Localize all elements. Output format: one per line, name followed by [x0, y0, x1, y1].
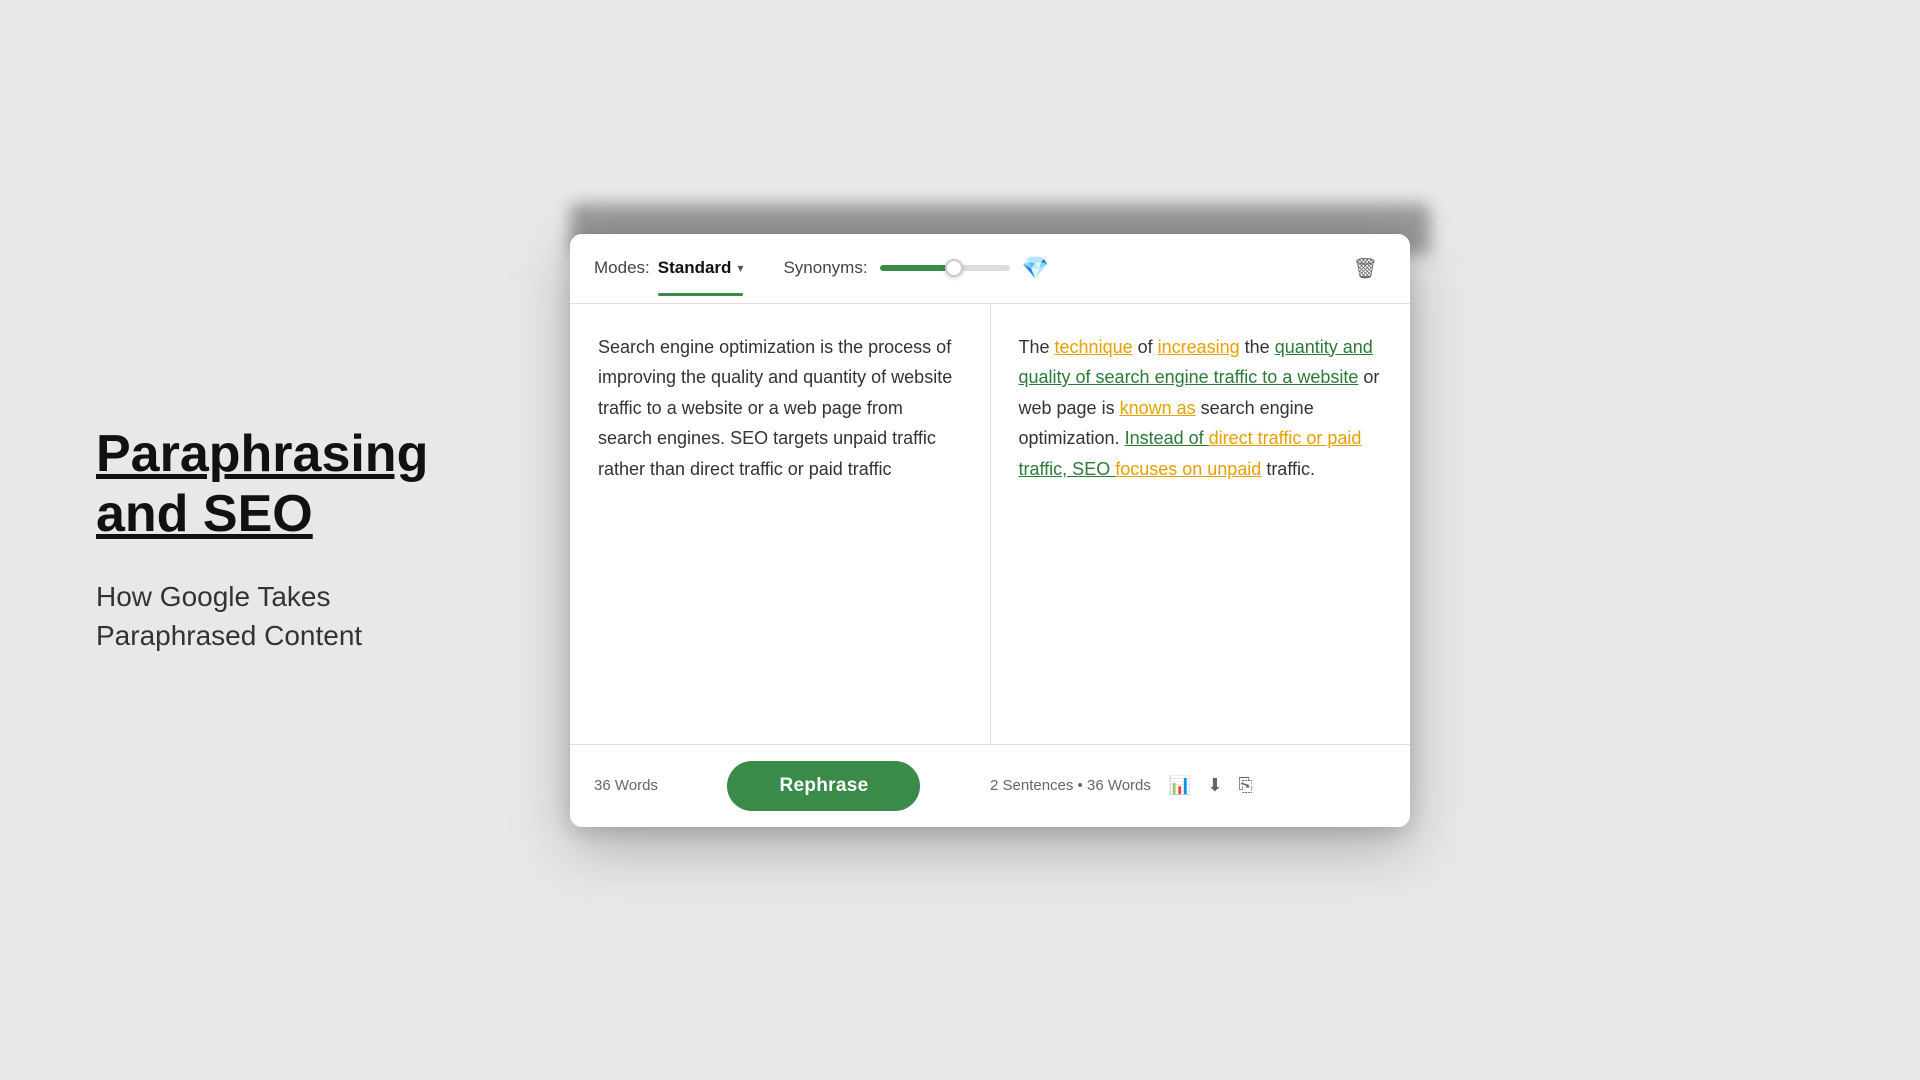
chart-icon-button[interactable]: 📊: [1167, 773, 1193, 798]
mode-value: Standard: [658, 258, 732, 278]
highlight-technique: technique: [1055, 337, 1133, 357]
output-stats: 2 Sentences • 36 Words 📊 ⬇ ⎘: [990, 773, 1255, 798]
output-pane: The technique of increasing the quantity…: [991, 304, 1411, 744]
synonyms-section: Synonyms: 💎: [783, 255, 1049, 281]
input-pane[interactable]: Search engine optimization is the proces…: [570, 304, 991, 744]
output-text: The technique of increasing the quantity…: [1019, 332, 1383, 485]
chevron-down-icon: ▾: [737, 261, 743, 275]
content-area: Search engine optimization is the proces…: [570, 304, 1410, 744]
highlight-focuses: focuses on unpaid: [1115, 459, 1261, 479]
diamond-icon: 💎: [1022, 255, 1049, 281]
paraphraser-card: Modes: Standard ▾ Synonyms: 💎 🗑 Search e…: [570, 234, 1410, 827]
highlight-known-as: known as: [1120, 398, 1196, 418]
bottom-bar: 36 Words Rephrase 2 Sentences • 36 Words…: [570, 744, 1410, 827]
page-title: Paraphrasingand SEO: [96, 425, 530, 545]
delete-button[interactable]: 🗑: [1345, 252, 1386, 285]
page-subtitle: How Google Takes Paraphrased Content: [96, 577, 530, 655]
rephrase-button[interactable]: Rephrase: [727, 761, 920, 811]
app-container: Modes: Standard ▾ Synonyms: 💎 🗑 Search e…: [570, 234, 1410, 827]
input-text: Search engine optimization is the proces…: [598, 332, 962, 485]
stat-icons: 📊 ⬇ ⎘: [1167, 773, 1255, 798]
bottom-left: 36 Words Rephrase: [594, 761, 990, 811]
highlight-direct: direct traffic or paid: [1209, 428, 1362, 448]
synonyms-slider[interactable]: [880, 265, 1010, 271]
synonyms-label: Synonyms:: [783, 258, 867, 278]
highlight-increasing: increasing: [1158, 337, 1240, 357]
highlight-instead: Instead of direct traffic or paid traffi…: [1019, 428, 1362, 479]
toolbar: Modes: Standard ▾ Synonyms: 💎 🗑: [570, 234, 1410, 304]
word-count: 36 Words: [594, 777, 658, 794]
copy-icon-button[interactable]: ⎘: [1236, 773, 1254, 798]
mode-underline: [658, 293, 744, 296]
mode-dropdown[interactable]: Standard ▾: [658, 258, 744, 278]
left-panel: Paraphrasingand SEO How Google Takes Par…: [0, 425, 530, 655]
slider-thumb: [945, 259, 963, 277]
modes-label: Modes:: [594, 258, 650, 278]
bottom-right: 2 Sentences • 36 Words 📊 ⬇ ⎘: [990, 773, 1386, 798]
download-icon-button[interactable]: ⬇: [1205, 773, 1224, 798]
